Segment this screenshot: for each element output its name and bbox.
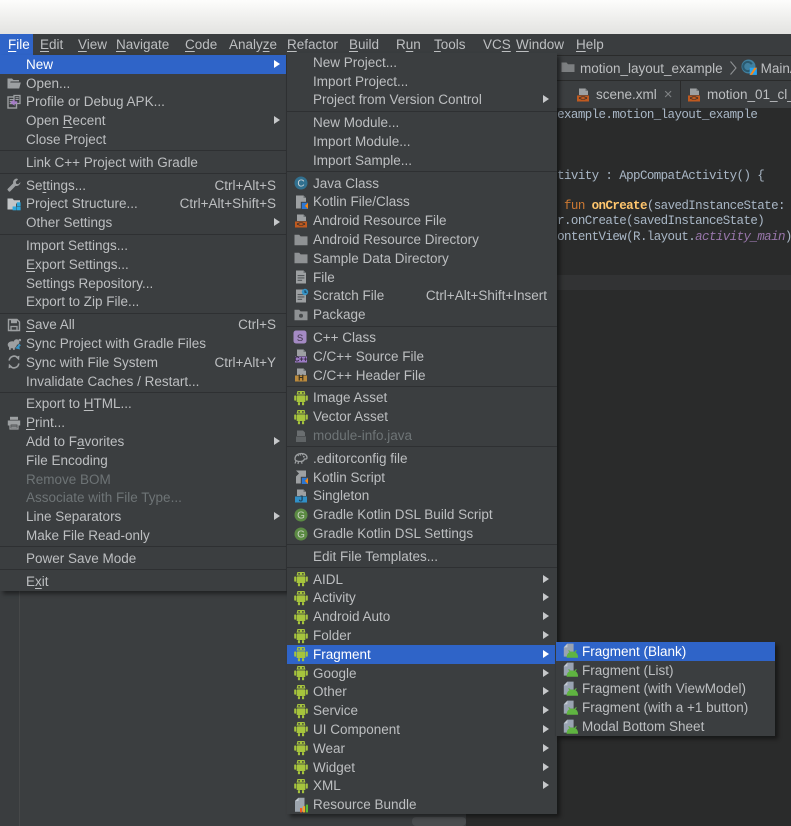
svg-text:<>: <> [690,93,699,102]
svg-text:H: H [298,374,304,383]
svg-text:<>: <> [297,219,306,228]
svg-text:C: C [297,179,304,190]
svg-text:C++: C++ [294,357,307,364]
svg-text:J: J [299,494,303,503]
svg-text:G: G [297,529,305,540]
svg-text:G: G [297,510,305,521]
svg-text:S: S [297,333,303,344]
svg-text:<>: <> [579,93,588,102]
